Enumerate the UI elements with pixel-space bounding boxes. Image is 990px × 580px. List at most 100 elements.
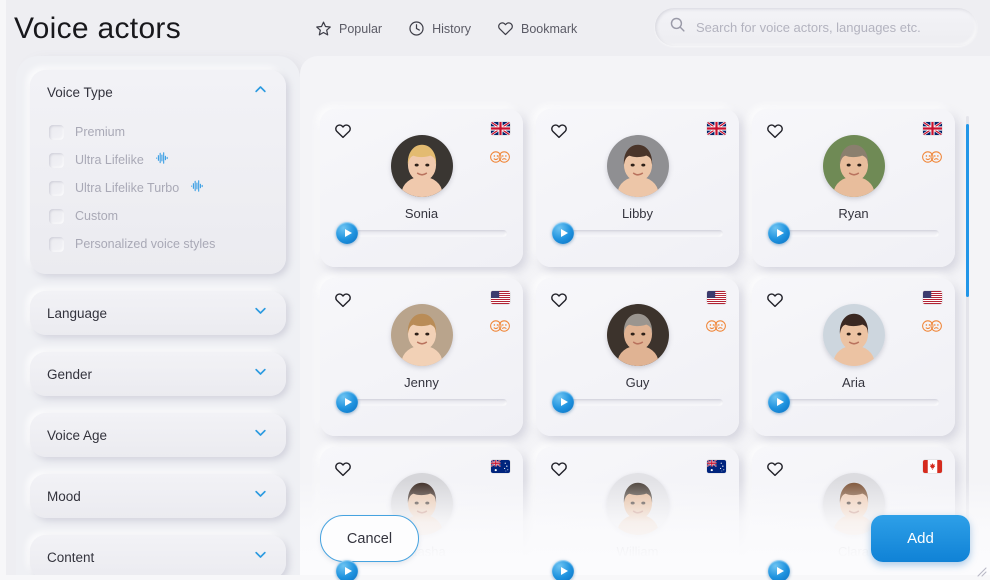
heart-icon[interactable] [766,122,784,140]
filter-option-custom[interactable]: Custom [30,202,286,230]
play-button[interactable] [768,560,790,580]
play-button[interactable] [336,222,358,244]
label-ultra-lifelike-turbo: Ultra Lifelike Turbo [75,181,180,195]
voice-cards-panel: Sonia Libby Ryan Jenny Guy Aria Natasha … [300,56,990,580]
search-box[interactable] [655,8,977,46]
voice-card[interactable]: Natasha [320,447,523,580]
voice-card[interactable]: Sonia [320,109,523,267]
header-nav: Popular History Bookmark [315,20,577,37]
filter-header-voice-age[interactable]: Voice Age [30,413,286,457]
chevron-down-icon[interactable] [253,303,268,323]
filter-option-premium[interactable]: Premium [30,118,286,146]
search-icon [669,16,686,38]
filter-option-ultra-lifelike[interactable]: Ultra Lifelike [30,146,286,174]
filter-title-gender: Gender [47,366,93,382]
flag-us-icon [707,291,726,304]
flag-au-icon [707,460,726,473]
filter-option-personalized-voice-styles[interactable]: Personalized voice styles [30,230,286,258]
scrollbar-track[interactable] [966,116,969,532]
cancel-button[interactable]: Cancel [320,515,419,562]
voice-name: Libby [621,206,654,221]
flag-ca-icon [923,460,942,473]
flag-au-icon [491,460,510,473]
add-button[interactable]: Add [871,515,970,562]
label-premium: Premium [75,125,126,139]
progress-track[interactable] [786,229,939,237]
filter-header-content[interactable]: Content [30,535,286,579]
progress-track[interactable] [570,567,723,575]
filter-section-voice-age[interactable]: Voice Age [30,413,286,457]
progress-track[interactable] [786,567,939,575]
chevron-down-icon[interactable] [253,486,268,506]
heart-icon[interactable] [334,460,352,478]
checkbox-custom[interactable] [49,208,64,224]
play-button[interactable] [552,560,574,580]
play-button[interactable] [768,222,790,244]
play-button[interactable] [336,560,358,580]
filter-header-voice-type[interactable]: Voice Type [30,70,286,114]
play-button[interactable] [552,391,574,413]
waveform-icon [155,151,170,170]
heart-icon[interactable] [550,291,568,309]
progress-track[interactable] [354,398,507,406]
heart-icon[interactable] [766,460,784,478]
multi-style-masks-icon [920,150,944,164]
voice-name: Aria [841,375,866,390]
heart-icon[interactable] [550,460,568,478]
multi-style-masks-icon [704,319,728,333]
voice-card[interactable]: Guy [536,278,739,436]
avatar [390,304,453,366]
voice-card[interactable]: Aria [752,278,955,436]
heart-icon[interactable] [550,122,568,140]
avatar [390,135,453,197]
play-button[interactable] [552,222,574,244]
audio-player[interactable] [336,391,507,413]
heart-icon[interactable] [334,122,352,140]
audio-player[interactable] [768,222,939,244]
chevron-up-icon[interactable] [253,82,268,102]
filter-header-gender[interactable]: Gender [30,352,286,396]
voice-card[interactable]: Libby [536,109,739,267]
play-button[interactable] [768,391,790,413]
checkbox-ultra-lifelike[interactable] [49,152,64,168]
label-custom: Custom [75,209,119,223]
filter-title-mood: Mood [47,488,81,504]
avatar [822,135,885,197]
audio-player[interactable] [336,222,507,244]
audio-player[interactable] [552,391,723,413]
filter-section-mood[interactable]: Mood [30,474,286,518]
audio-player[interactable] [552,222,723,244]
filter-options-voice-type: Premium Ultra Lifelike Ultra Lifelike Tu… [30,114,286,274]
chevron-down-icon[interactable] [253,364,268,384]
nav-item-bookmark[interactable]: Bookmark [497,20,577,37]
heart-icon[interactable] [766,291,784,309]
play-button[interactable] [336,391,358,413]
voice-card[interactable]: William [536,447,739,580]
nav-item-popular[interactable]: Popular [315,20,382,37]
audio-player[interactable] [768,391,939,413]
filter-option-ultra-lifelike-turbo[interactable]: Ultra Lifelike Turbo [30,174,286,202]
checkbox-personalized-voice-styles[interactable] [49,236,64,252]
filter-section-gender[interactable]: Gender [30,352,286,396]
nav-label-bookmark: Bookmark [521,21,578,36]
scrollbar-thumb[interactable] [966,124,969,297]
progress-track[interactable] [354,229,507,237]
voice-card[interactable]: Ryan [752,109,955,267]
chevron-down-icon[interactable] [253,547,268,567]
progress-track[interactable] [570,398,723,406]
progress-track[interactable] [354,567,507,575]
filter-header-mood[interactable]: Mood [30,474,286,518]
checkbox-ultra-lifelike-turbo[interactable] [49,180,64,196]
heart-icon[interactable] [334,291,352,309]
chevron-down-icon[interactable] [253,425,268,445]
voice-card[interactable]: Jenny [320,278,523,436]
nav-item-history[interactable]: History [408,20,471,37]
progress-track[interactable] [570,229,723,237]
search-input[interactable] [696,19,963,35]
resize-grip-icon[interactable] [977,567,987,577]
checkbox-premium[interactable] [49,124,64,140]
progress-track[interactable] [786,398,939,406]
filter-section-content[interactable]: Content [30,535,286,579]
filter-section-language[interactable]: Language [30,291,286,335]
filter-header-language[interactable]: Language [30,291,286,335]
